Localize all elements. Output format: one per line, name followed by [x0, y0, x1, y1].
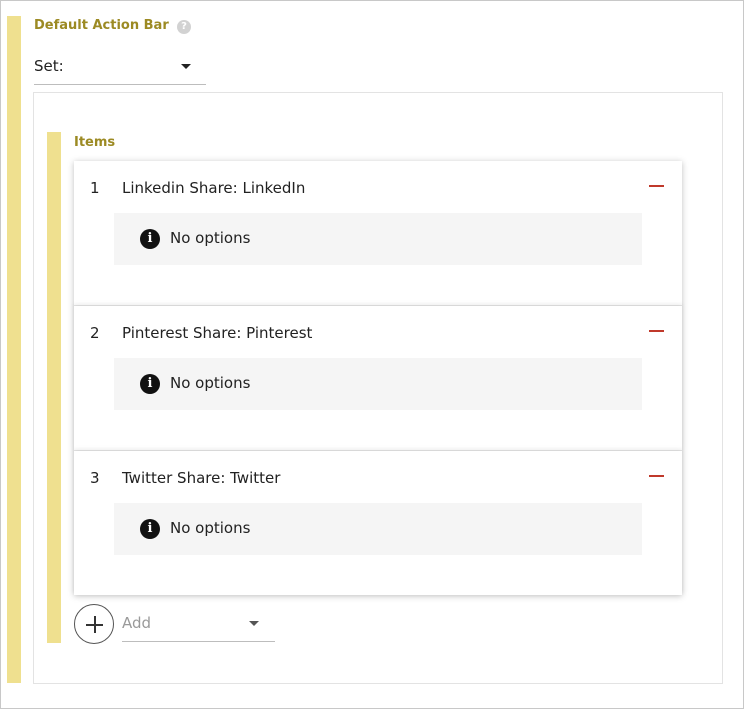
- items-accent-bar: [47, 132, 61, 643]
- item-options-text: No options: [170, 374, 251, 392]
- minus-icon[interactable]: [649, 330, 664, 332]
- item-options-box: i No options: [114, 503, 642, 555]
- set-select[interactable]: Set:: [34, 52, 206, 85]
- list-item[interactable]: 2 Pinterest Share: Pinterest i No option…: [74, 306, 682, 451]
- set-select-value: Set:: [34, 57, 64, 75]
- list-item[interactable]: 3 Twitter Share: Twitter i No options: [74, 451, 682, 595]
- item-index: 2: [90, 324, 100, 342]
- list-item[interactable]: 1 Linkedin Share: LinkedIn i No options: [74, 161, 682, 306]
- item-label: Pinterest Share: Pinterest: [122, 324, 313, 342]
- question-circle-icon[interactable]: ?: [177, 20, 191, 34]
- plus-icon-stroke: [94, 616, 96, 633]
- item-index: 1: [90, 179, 100, 197]
- info-icon: i: [140, 229, 160, 249]
- chevron-down-icon: [249, 621, 259, 626]
- chevron-down-icon: [181, 64, 191, 69]
- item-options-text: No options: [170, 519, 251, 537]
- minus-icon[interactable]: [649, 185, 664, 187]
- item-options-box: i No options: [114, 213, 642, 265]
- field-accent-bar: [7, 16, 21, 683]
- info-icon: i: [140, 519, 160, 539]
- item-options-box: i No options: [114, 358, 642, 410]
- add-item-select[interactable]: Add: [122, 609, 275, 642]
- item-label: Linkedin Share: LinkedIn: [122, 179, 306, 197]
- items-title: Items: [74, 135, 116, 150]
- field-title: Default Action Bar: [34, 18, 169, 33]
- items-list: 1 Linkedin Share: LinkedIn i No options …: [74, 161, 682, 595]
- info-icon: i: [140, 374, 160, 394]
- item-index: 3: [90, 469, 100, 487]
- minus-icon[interactable]: [649, 475, 664, 477]
- add-select-placeholder: Add: [122, 614, 152, 632]
- add-button[interactable]: [74, 604, 114, 644]
- item-options-text: No options: [170, 229, 251, 247]
- item-label: Twitter Share: Twitter: [122, 469, 281, 487]
